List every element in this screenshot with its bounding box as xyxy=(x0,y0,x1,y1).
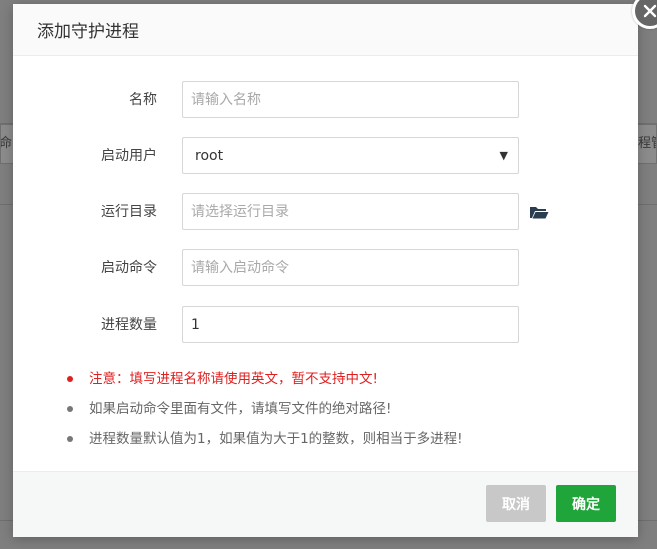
process-count-input[interactable] xyxy=(182,306,519,343)
note-item: 如果启动命令里面有文件，请填写文件的绝对路径! xyxy=(67,399,627,429)
user-label: 启动用户 xyxy=(101,148,157,164)
user-select-value: root xyxy=(195,147,224,164)
bullet-icon xyxy=(67,406,73,412)
help-notes: 注意：填写进程名称请使用英文，暂不支持中文! 如果启动命令里面有文件，请填写文件… xyxy=(67,369,627,459)
add-daemon-dialog: 添加守护进程 名称 启动用户 root ▼ 运行目录 xyxy=(13,0,657,537)
form-row-process-count: 进程数量 xyxy=(13,306,638,344)
run-dir-label: 运行目录 xyxy=(101,204,157,220)
user-select[interactable]: root ▼ xyxy=(182,137,519,174)
bullet-icon xyxy=(67,376,73,382)
note-text: 进程数量默认值为1，如果值为大于1的整数，则相当于多进程! xyxy=(89,431,463,447)
folder-open-icon[interactable] xyxy=(529,203,549,221)
close-icon xyxy=(643,4,657,18)
confirm-button[interactable]: 确定 xyxy=(556,485,616,522)
form-row-run-dir: 运行目录 xyxy=(13,193,638,231)
note-item: 注意：填写进程名称请使用英文，暂不支持中文! xyxy=(67,369,627,399)
note-item: 进程数量默认值为1，如果值为大于1的整数，则相当于多进程! xyxy=(67,429,627,459)
name-input[interactable] xyxy=(182,81,519,118)
caret-down-icon: ▼ xyxy=(499,149,508,162)
command-input[interactable] xyxy=(182,249,519,286)
note-text: 注意：填写进程名称请使用英文，暂不支持中文! xyxy=(89,371,378,387)
form-row-command: 启动命令 xyxy=(13,249,638,287)
bullet-icon xyxy=(67,436,73,442)
process-count-label: 进程数量 xyxy=(101,317,157,333)
run-dir-input[interactable] xyxy=(182,193,519,230)
dialog-title: 添加守护进程 xyxy=(37,22,139,42)
dialog-header: 添加守护进程 xyxy=(13,4,638,56)
form-row-user: 启动用户 root ▼ xyxy=(13,137,638,175)
command-label: 启动命令 xyxy=(101,260,157,276)
form-row-name: 名称 xyxy=(13,81,638,119)
name-label: 名称 xyxy=(129,92,157,108)
dialog-footer: 取消 确定 xyxy=(13,471,638,537)
note-text: 如果启动命令里面有文件，请填写文件的绝对路径! xyxy=(89,401,392,417)
cancel-button[interactable]: 取消 xyxy=(486,485,546,522)
backdrop-table-header-right: 程管 xyxy=(637,124,657,164)
